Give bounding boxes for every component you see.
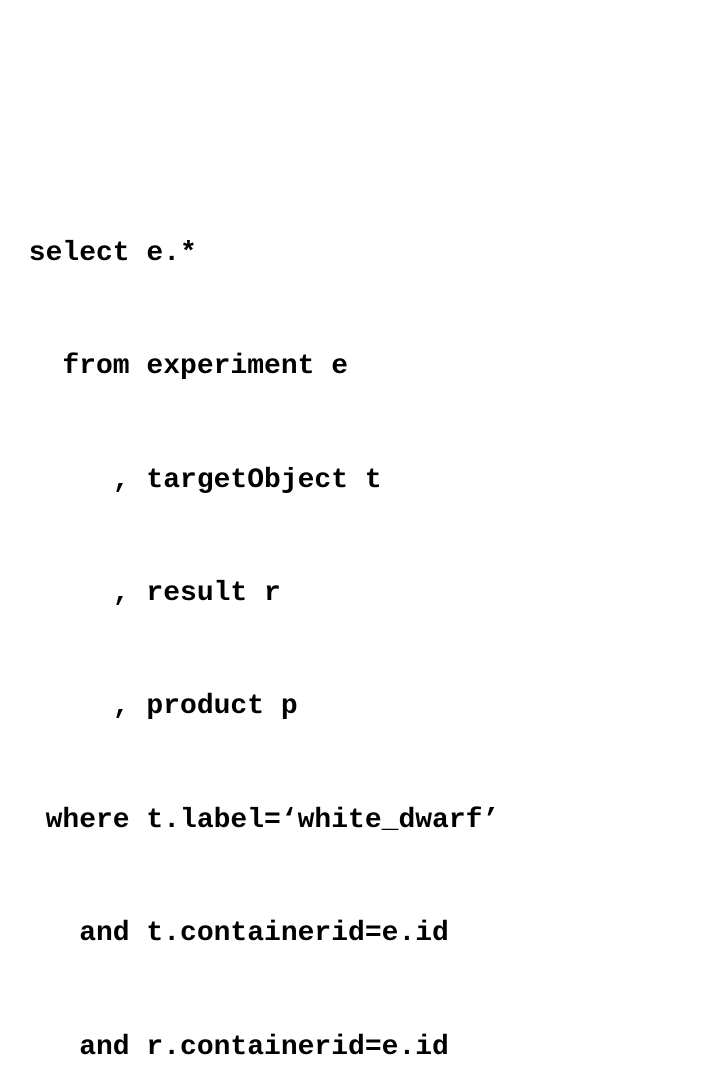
sql-keyword: where	[12, 802, 130, 840]
sql-body: e.*	[130, 235, 197, 273]
sql-row: ,result r	[12, 575, 720, 613]
sql-row: selecte.*	[12, 235, 720, 273]
sql-keyword: select	[12, 235, 130, 273]
sql-row: ,product p	[12, 688, 720, 726]
sql-row: andr.containerid=e.id	[12, 1029, 720, 1067]
sql-query-block: selecte.* fromexperiment e ,targetObject…	[12, 159, 720, 1080]
sql-keyword: from	[12, 348, 130, 386]
sql-keyword: ,	[12, 462, 130, 500]
sql-row: ,targetObject t	[12, 462, 720, 500]
sql-row: wheret.label=‘white_dwarf’	[12, 802, 720, 840]
sql-keyword: and	[12, 1029, 130, 1067]
sql-body: t.label=‘white_dwarf’	[130, 802, 500, 840]
sql-row: andt.containerid=e.id	[12, 915, 720, 953]
sql-body: experiment e	[130, 348, 348, 386]
sql-body: targetObject t	[130, 462, 382, 500]
sql-keyword: and	[12, 915, 130, 953]
sql-keyword: ,	[12, 575, 130, 613]
sql-body: r.containerid=e.id	[130, 1029, 449, 1067]
sql-body: t.containerid=e.id	[130, 915, 449, 953]
sql-body: result r	[130, 575, 281, 613]
sql-row: fromexperiment e	[12, 348, 720, 386]
sql-body: product p	[130, 688, 298, 726]
sql-keyword: ,	[12, 688, 130, 726]
